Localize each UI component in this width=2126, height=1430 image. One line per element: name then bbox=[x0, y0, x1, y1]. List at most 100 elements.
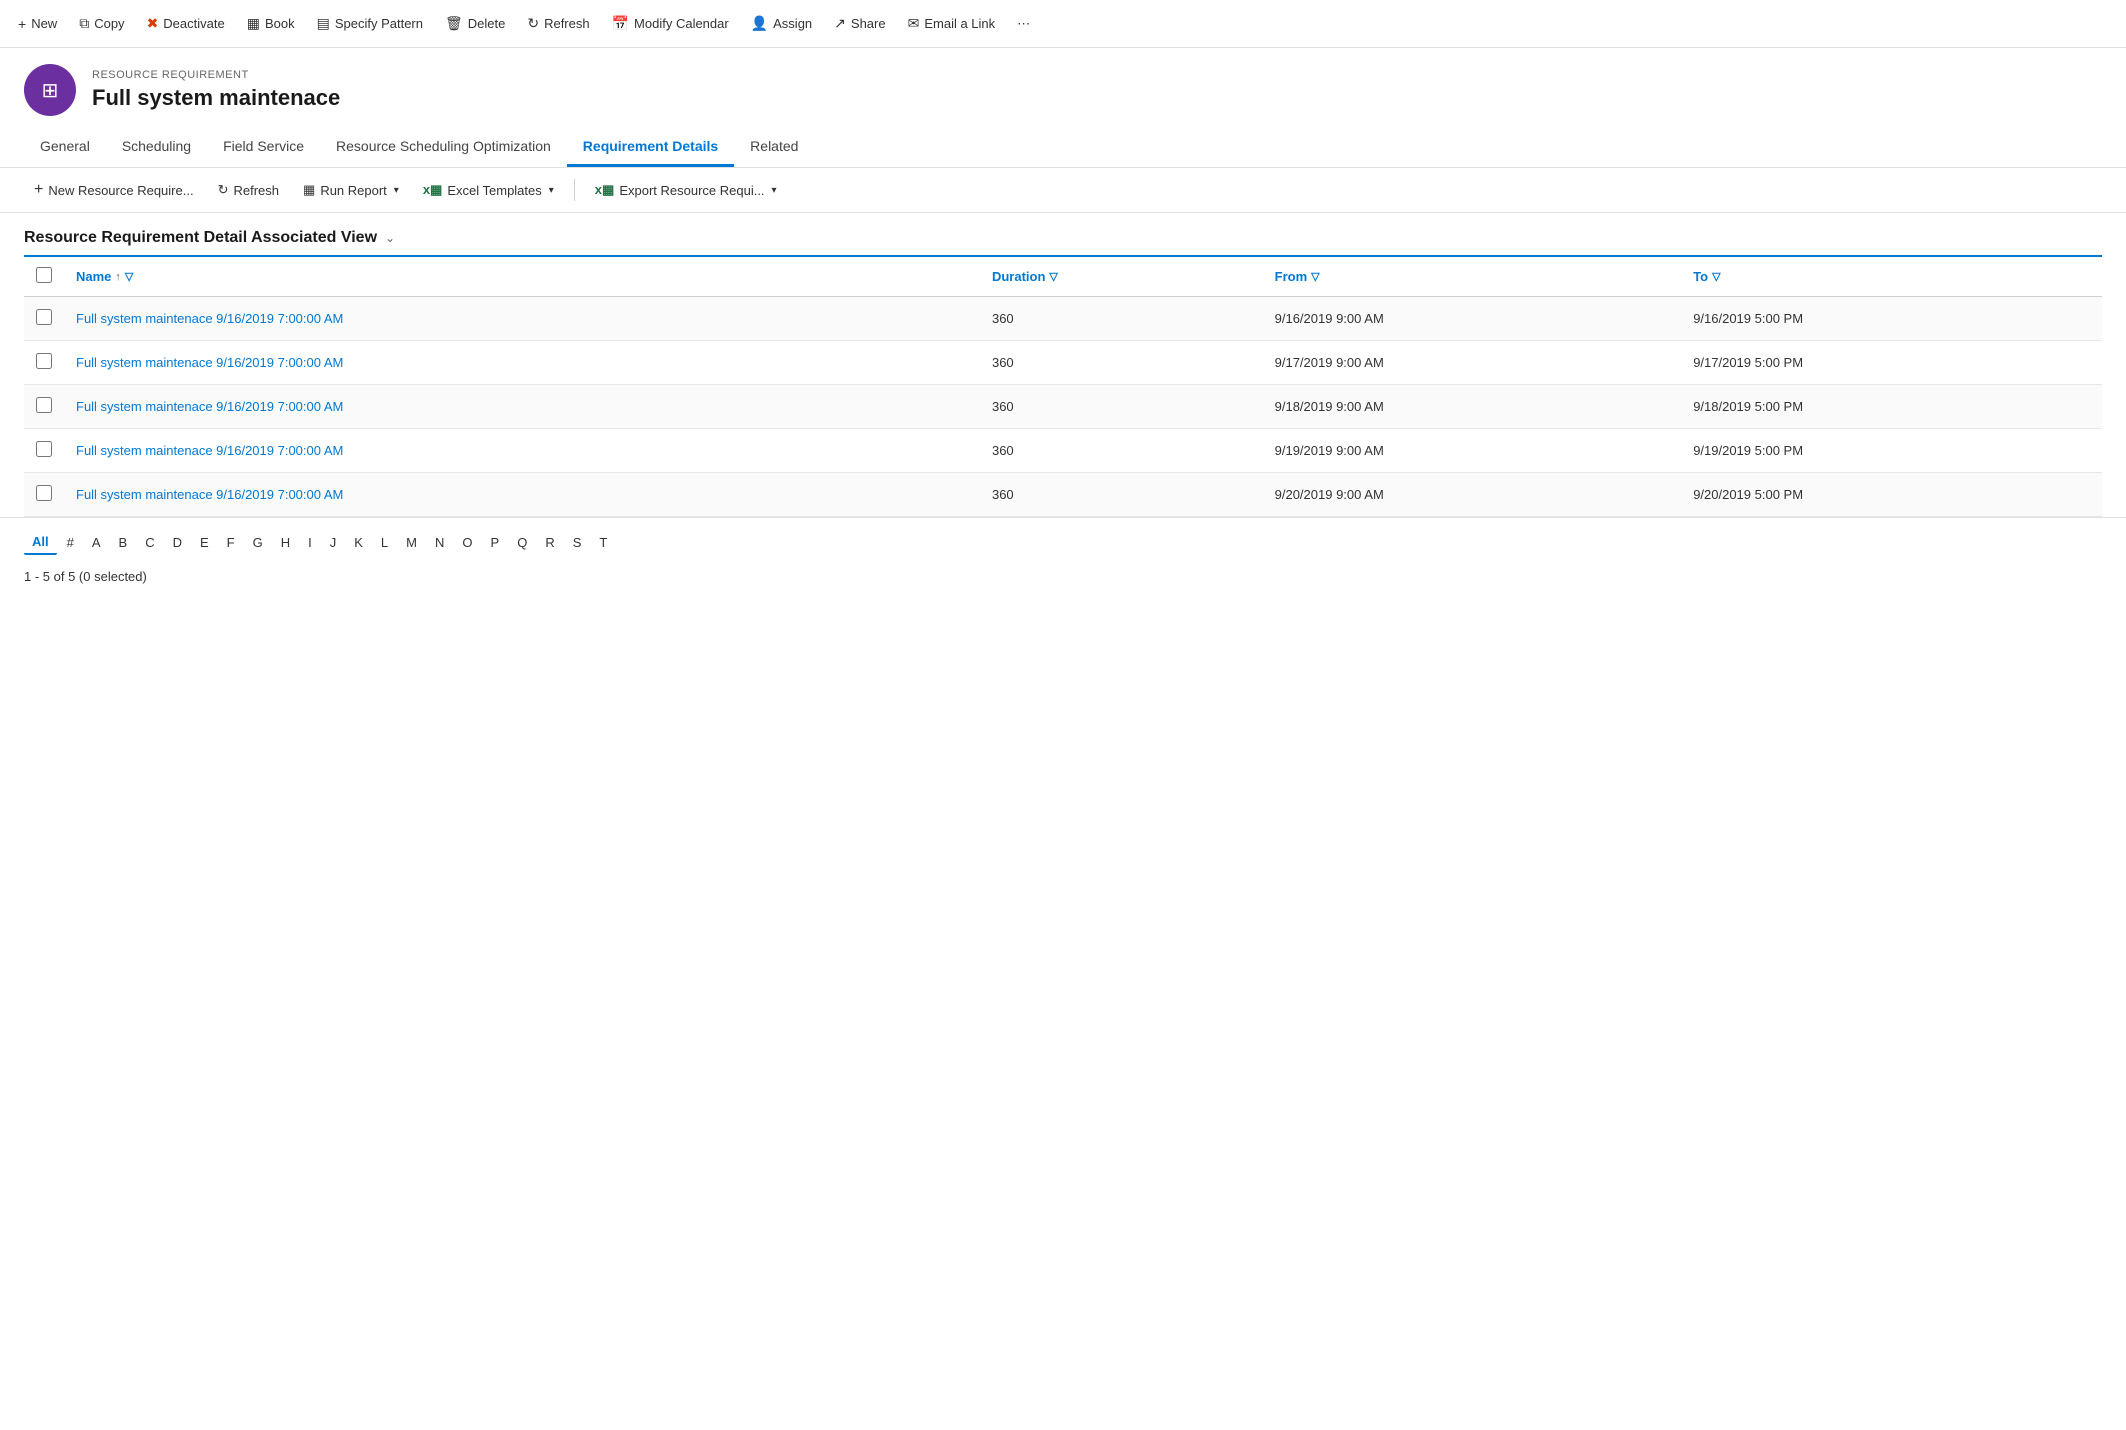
view-header: Resource Requirement Detail Associated V… bbox=[0, 213, 2126, 255]
page-letter-Q[interactable]: Q bbox=[509, 531, 535, 554]
select-all-header bbox=[24, 256, 64, 297]
page-letter-T[interactable]: T bbox=[591, 531, 615, 554]
share-button[interactable]: ↗ Share bbox=[824, 9, 895, 38]
row-checkbox-cell bbox=[24, 297, 64, 341]
row-checkbox-cell bbox=[24, 473, 64, 517]
row-name-link[interactable]: Full system maintenace 9/16/2019 7:00:00… bbox=[76, 399, 343, 414]
book-icon: ▦ bbox=[247, 15, 260, 32]
page-letter-F[interactable]: F bbox=[219, 531, 243, 554]
copy-icon: ⧉ bbox=[79, 15, 89, 32]
book-button[interactable]: ▦ Book bbox=[237, 9, 305, 38]
row-name-link[interactable]: Full system maintenace 9/16/2019 7:00:00… bbox=[76, 443, 343, 458]
run-report-icon: ▦ bbox=[303, 182, 315, 198]
page-letter-J[interactable]: J bbox=[322, 531, 345, 554]
row-to-cell: 9/19/2019 5:00 PM bbox=[1681, 429, 2102, 473]
deactivate-button[interactable]: ✖ Deactivate bbox=[137, 9, 235, 38]
page-letter-L[interactable]: L bbox=[373, 531, 396, 554]
from-col-label: From bbox=[1275, 269, 1308, 284]
row-checkbox-3[interactable] bbox=[36, 441, 52, 457]
row-duration-cell: 360 bbox=[980, 385, 1263, 429]
tab-requirement-details[interactable]: Requirement Details bbox=[567, 128, 734, 167]
row-duration-cell: 360 bbox=[980, 341, 1263, 385]
page-letter-D[interactable]: D bbox=[165, 531, 190, 554]
row-duration-cell: 360 bbox=[980, 429, 1263, 473]
delete-button[interactable]: 🗑 Delete bbox=[435, 9, 515, 38]
row-name-cell: Full system maintenace 9/16/2019 7:00:00… bbox=[64, 473, 980, 517]
tab-scheduling[interactable]: Scheduling bbox=[106, 128, 207, 167]
tab-related[interactable]: Related bbox=[734, 128, 814, 167]
new-resource-require-button[interactable]: + New Resource Require... bbox=[24, 176, 204, 204]
page-letter-H[interactable]: H bbox=[273, 531, 298, 554]
table-row: Full system maintenace 9/16/2019 7:00:00… bbox=[24, 341, 2102, 385]
row-checkbox-4[interactable] bbox=[36, 485, 52, 501]
refresh-button[interactable]: ↻ Refresh bbox=[517, 9, 599, 38]
excel-templates-button[interactable]: x▦ Excel Templates ▾ bbox=[413, 177, 564, 203]
name-filter-icon[interactable]: ▽ bbox=[125, 270, 133, 283]
col-header-from: From ▽ bbox=[1263, 256, 1682, 297]
page-letter-C[interactable]: C bbox=[137, 531, 162, 554]
row-to-cell: 9/20/2019 5:00 PM bbox=[1681, 473, 2102, 517]
row-name-link[interactable]: Full system maintenace 9/16/2019 7:00:00… bbox=[76, 487, 343, 502]
page-letter-O[interactable]: O bbox=[454, 531, 480, 554]
email-icon: ✉ bbox=[908, 15, 920, 32]
share-label: Share bbox=[851, 16, 886, 31]
row-checkbox-cell bbox=[24, 385, 64, 429]
assign-button[interactable]: 👤 Assign bbox=[741, 9, 822, 38]
row-name-link[interactable]: Full system maintenace 9/16/2019 7:00:00… bbox=[76, 355, 343, 370]
specify-pattern-button[interactable]: ▤ Specify Pattern bbox=[307, 9, 433, 38]
page-letter-I[interactable]: I bbox=[300, 531, 320, 554]
page-letter-R[interactable]: R bbox=[537, 531, 562, 554]
name-sort-icon[interactable]: ↑ bbox=[115, 271, 121, 283]
row-to-cell: 9/17/2019 5:00 PM bbox=[1681, 341, 2102, 385]
page-letter-A[interactable]: A bbox=[84, 531, 109, 554]
page-letter-M[interactable]: M bbox=[398, 531, 425, 554]
page-letter-#[interactable]: # bbox=[59, 531, 82, 554]
tabs-nav: General Scheduling Field Service Resourc… bbox=[0, 128, 2126, 168]
page-letter-S[interactable]: S bbox=[565, 531, 590, 554]
main-toolbar: + New ⧉ Copy ✖ Deactivate ▦ Book ▤ Speci… bbox=[0, 0, 2126, 48]
copy-button[interactable]: ⧉ Copy bbox=[69, 9, 134, 38]
page-letter-K[interactable]: K bbox=[346, 531, 371, 554]
new-button[interactable]: + New bbox=[8, 10, 67, 38]
row-checkbox-0[interactable] bbox=[36, 309, 52, 325]
select-all-checkbox[interactable] bbox=[36, 267, 52, 283]
page-letter-P[interactable]: P bbox=[483, 531, 508, 554]
new-sub-icon: + bbox=[34, 181, 43, 199]
record-icon: ⊞ bbox=[24, 64, 76, 116]
run-report-button[interactable]: ▦ Run Report ▾ bbox=[293, 177, 409, 203]
row-name-link[interactable]: Full system maintenace 9/16/2019 7:00:00… bbox=[76, 311, 343, 326]
to-filter-icon[interactable]: ▽ bbox=[1712, 270, 1720, 283]
modify-calendar-button[interactable]: 📅 Modify Calendar bbox=[602, 9, 739, 38]
duration-filter-icon[interactable]: ▽ bbox=[1049, 270, 1057, 283]
export-label: Export Resource Requi... bbox=[619, 183, 764, 198]
page-letter-N[interactable]: N bbox=[427, 531, 452, 554]
view-chevron-icon[interactable]: ⌄ bbox=[385, 231, 395, 245]
page-letter-E[interactable]: E bbox=[192, 531, 217, 554]
email-link-button[interactable]: ✉ Email a Link bbox=[898, 9, 1006, 38]
view-title: Resource Requirement Detail Associated V… bbox=[24, 229, 377, 247]
page-letter-All[interactable]: All bbox=[24, 530, 57, 555]
row-checkbox-1[interactable] bbox=[36, 353, 52, 369]
sub-refresh-button[interactable]: ↻ Refresh bbox=[208, 177, 289, 203]
assign-label: Assign bbox=[773, 16, 812, 31]
new-label: New bbox=[31, 16, 57, 31]
from-filter-icon[interactable]: ▽ bbox=[1311, 270, 1319, 283]
more-button[interactable]: ⋯ bbox=[1007, 10, 1040, 38]
table-row: Full system maintenace 9/16/2019 7:00:00… bbox=[24, 385, 2102, 429]
duration-col-label: Duration bbox=[992, 269, 1045, 284]
export-chevron: ▾ bbox=[772, 185, 777, 196]
row-duration-cell: 360 bbox=[980, 297, 1263, 341]
page-letter-G[interactable]: G bbox=[245, 531, 271, 554]
row-from-cell: 9/18/2019 9:00 AM bbox=[1263, 385, 1682, 429]
row-from-cell: 9/20/2019 9:00 AM bbox=[1263, 473, 1682, 517]
tab-resource-scheduling[interactable]: Resource Scheduling Optimization bbox=[320, 128, 567, 167]
pagination-bar: All#ABCDEFGHIJKLMNOPQRST bbox=[0, 517, 2126, 561]
page-letter-B[interactable]: B bbox=[111, 531, 136, 554]
record-header: ⊞ RESOURCE REQUIREMENT Full system maint… bbox=[0, 48, 2126, 128]
row-checkbox-2[interactable] bbox=[36, 397, 52, 413]
tab-field-service[interactable]: Field Service bbox=[207, 128, 320, 167]
row-from-cell: 9/19/2019 9:00 AM bbox=[1263, 429, 1682, 473]
export-button[interactable]: x▦ Export Resource Requi... ▾ bbox=[585, 177, 787, 203]
excel-templates-label: Excel Templates bbox=[447, 183, 541, 198]
tab-general[interactable]: General bbox=[24, 128, 106, 167]
